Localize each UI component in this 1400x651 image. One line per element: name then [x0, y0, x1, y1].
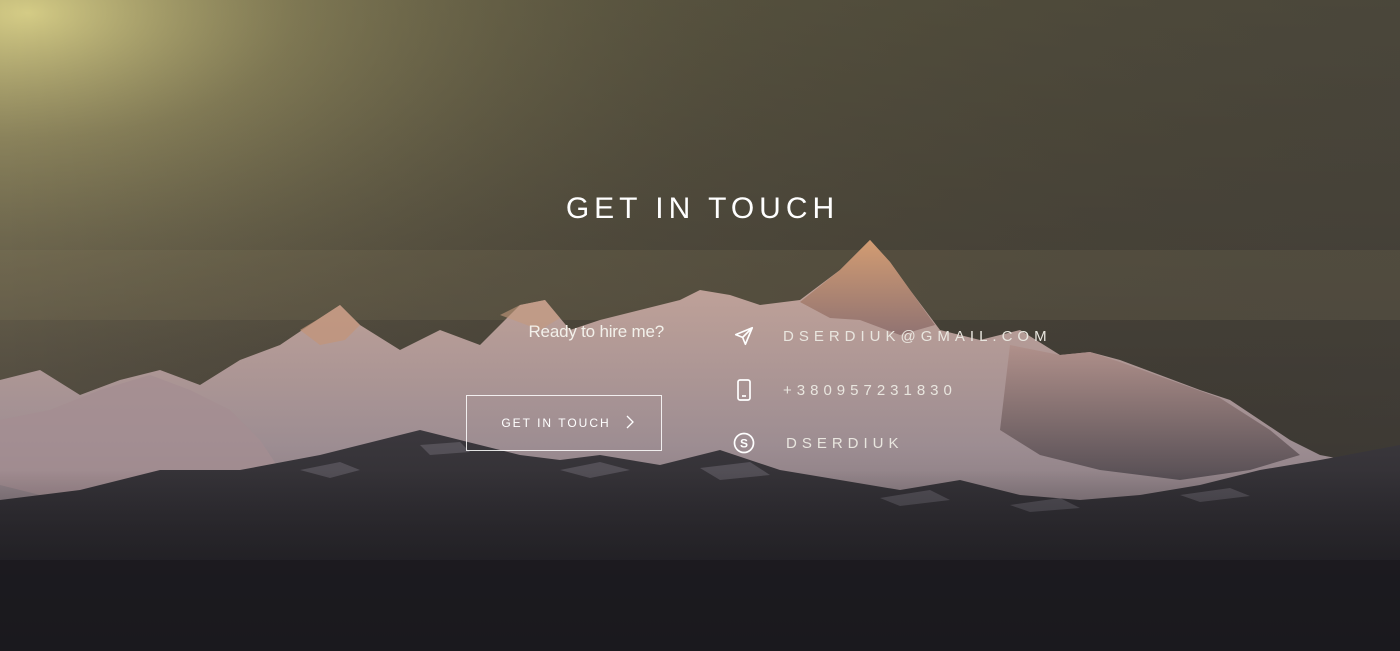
mobile-phone-icon: [730, 376, 758, 404]
contact-item-phone: +380957231830: [730, 376, 957, 404]
contact-email-link[interactable]: DSERDIUK@GMAIL.COM: [783, 328, 1052, 345]
mountain-background-image: [0, 0, 1400, 651]
contact-skype-link[interactable]: DSERDIUK: [786, 435, 904, 452]
get-in-touch-button-label: GET IN TOUCH: [501, 416, 611, 430]
contact-item-email: DSERDIUK@GMAIL.COM: [730, 322, 1052, 350]
contact-section: GET IN TOUCH Ready to hire me? GET IN TO…: [0, 0, 1400, 651]
get-in-touch-button[interactable]: GET IN TOUCH: [466, 395, 662, 451]
contact-phone-link[interactable]: +380957231830: [783, 382, 957, 399]
hire-question: Ready to hire me?: [528, 322, 664, 341]
send-paper-plane-icon: [730, 322, 758, 350]
section-title: GET IN TOUCH: [565, 192, 840, 225]
contact-item-skype: S DSERDIUK: [730, 429, 904, 457]
chevron-right-icon: [625, 415, 635, 432]
svg-text:S: S: [740, 437, 748, 451]
skype-icon: S: [730, 429, 758, 457]
